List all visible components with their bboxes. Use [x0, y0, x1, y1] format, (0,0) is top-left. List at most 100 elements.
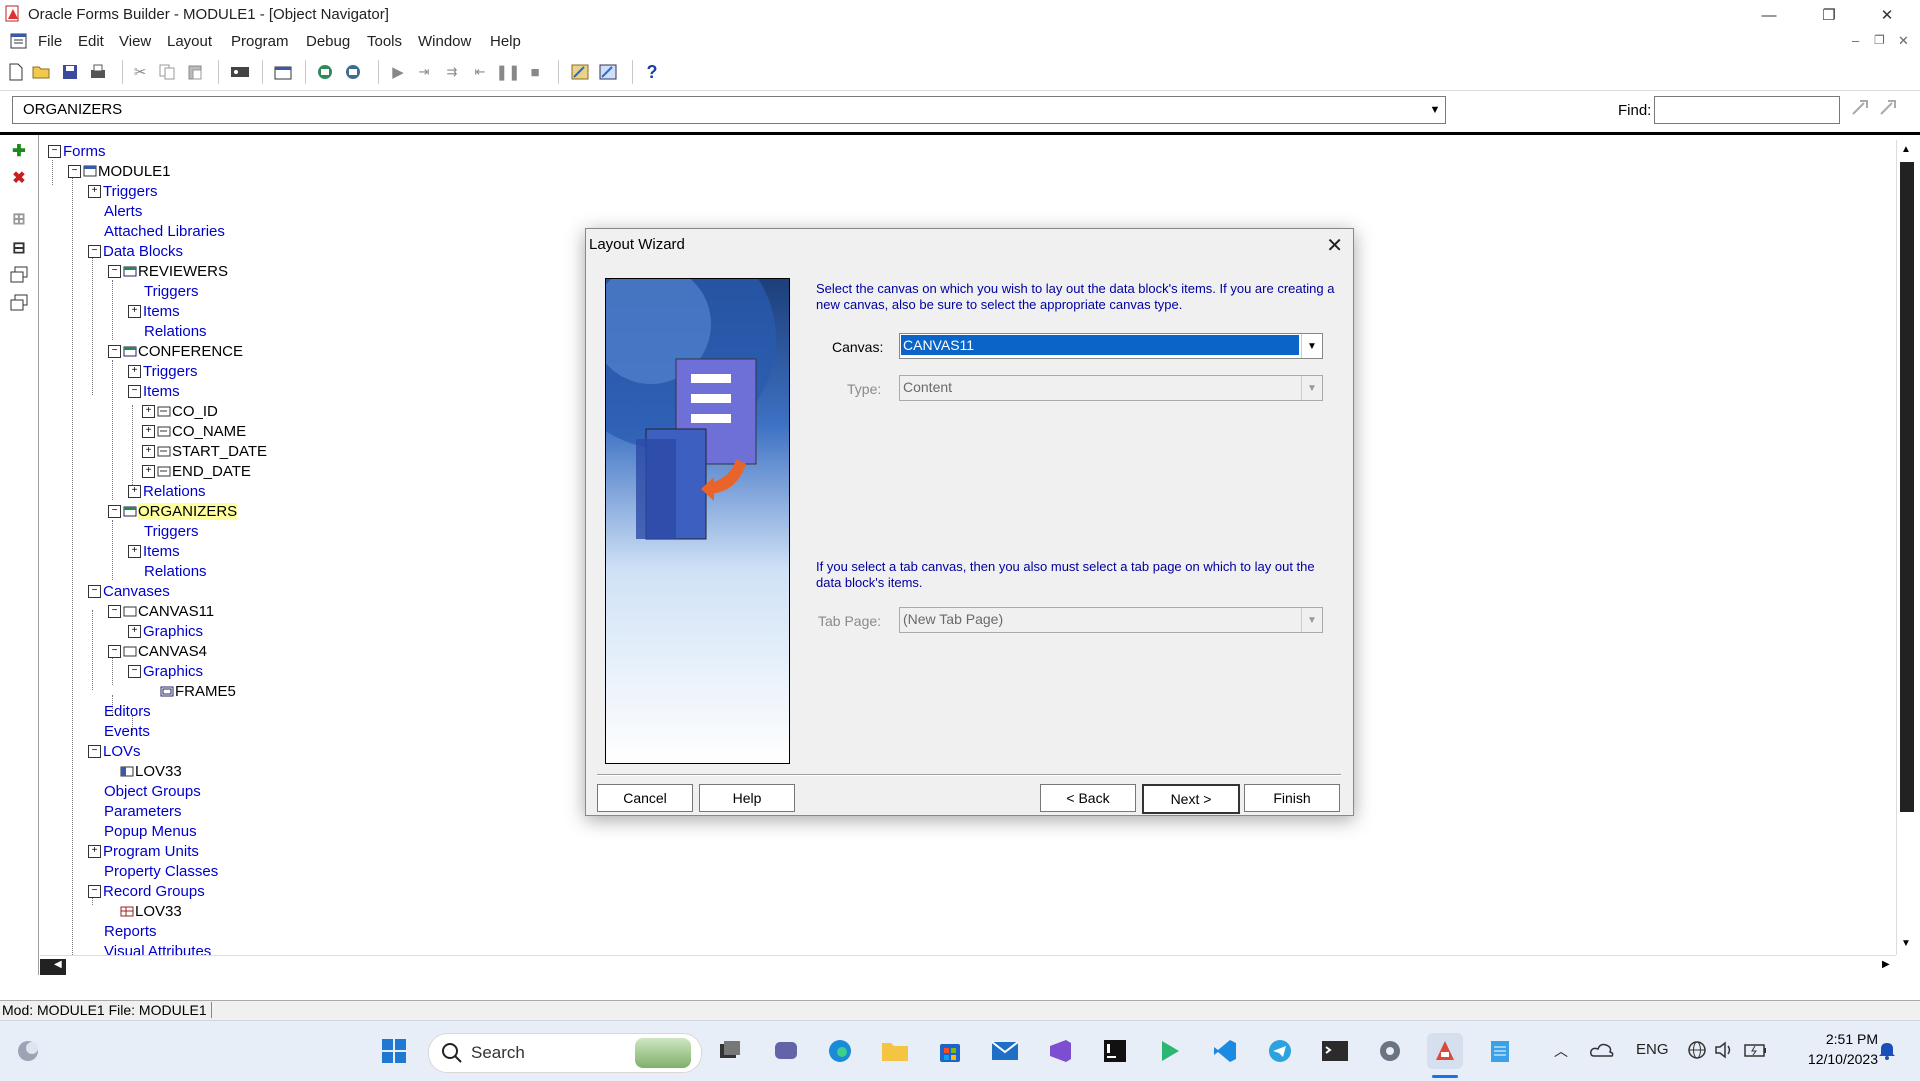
expand-icon[interactable]: +: [88, 184, 101, 198]
tree-node-lov33[interactable]: LOV33: [120, 761, 182, 781]
collapse-icon[interactable]: −: [108, 344, 121, 358]
tree-node-property-classes[interactable]: Property Classes: [104, 861, 218, 881]
menu-tools[interactable]: Tools: [367, 33, 402, 50]
expand-icon[interactable]: +: [142, 464, 155, 478]
task-view-icon[interactable]: [712, 1033, 748, 1069]
tab-page-select[interactable]: (New Tab Page) ▼: [899, 607, 1323, 633]
menu-layout[interactable]: Layout: [167, 33, 212, 50]
settings-gear-icon[interactable]: [1372, 1033, 1408, 1069]
horizontal-scrollbar[interactable]: ◀ ▶: [40, 955, 1896, 978]
tree-node-conference-items[interactable]: − Items: [128, 381, 180, 401]
collapse-icon[interactable]: −: [68, 164, 81, 178]
collapse-icon[interactable]: −: [108, 604, 121, 618]
next-button[interactable]: Next >: [1142, 784, 1240, 814]
tree-node-reviewers-relations[interactable]: Relations: [144, 321, 207, 341]
tree-node-organizers-items[interactable]: + Items: [128, 541, 180, 561]
close-button[interactable]: ✕: [1864, 0, 1910, 30]
mdi-close-button[interactable]: ✕: [1898, 33, 1909, 49]
chevron-down-icon[interactable]: ▼: [1301, 376, 1322, 400]
canvas-select[interactable]: CANVAS11 ▼: [899, 333, 1323, 359]
cancel-button[interactable]: Cancel: [597, 784, 693, 812]
volume-icon[interactable]: [1714, 1040, 1736, 1060]
scroll-left-icon[interactable]: ◀: [54, 959, 62, 970]
debug-icon[interactable]: [343, 62, 363, 82]
expand-all-icon[interactable]: [9, 265, 29, 285]
tree-node-module1[interactable]: − MODULE1: [68, 161, 171, 181]
tree-node-canvas11[interactable]: − CANVAS11: [108, 601, 214, 621]
scrollbar-thumb[interactable]: [40, 959, 66, 975]
tree-node-reviewers-items[interactable]: + Items: [128, 301, 180, 321]
menu-debug[interactable]: Debug: [306, 33, 350, 50]
cut-icon[interactable]: ✂: [130, 62, 150, 82]
help-button[interactable]: Help: [699, 784, 795, 812]
expand-icon[interactable]: +: [128, 364, 141, 378]
tree-node-triggers[interactable]: + Triggers: [88, 181, 157, 201]
media-player-icon[interactable]: [1152, 1033, 1188, 1069]
start-icon[interactable]: [376, 1033, 412, 1069]
tree-node-popup-menus[interactable]: Popup Menus: [104, 821, 197, 841]
collapse-icon[interactable]: −: [88, 584, 101, 598]
mdi-restore-button[interactable]: ❐: [1874, 33, 1885, 47]
menu-window[interactable]: Window: [418, 33, 471, 50]
tree-node-alerts[interactable]: Alerts: [104, 201, 142, 221]
mdi-minimize-button[interactable]: –: [1852, 33, 1859, 48]
expand-icon[interactable]: +: [88, 844, 101, 858]
oracle-forms-taskbar-icon[interactable]: [1427, 1033, 1463, 1069]
tree-node-co-id[interactable]: + CO_ID: [142, 401, 218, 421]
telegram-icon[interactable]: [1262, 1033, 1298, 1069]
scroll-down-icon[interactable]: ▼: [1901, 938, 1911, 949]
tray-chevron-icon[interactable]: ︿: [1554, 1041, 1568, 1061]
network-globe-icon[interactable]: [1686, 1040, 1708, 1060]
layout-wizard-icon[interactable]: [598, 62, 618, 82]
find-previous-icon[interactable]: [1878, 98, 1898, 118]
location-combo[interactable]: ORGANIZERS ▼: [12, 96, 1446, 124]
edge-icon[interactable]: [822, 1033, 858, 1069]
collapse-icon[interactable]: ⊟: [9, 238, 29, 258]
go-icon[interactable]: ▶: [388, 62, 408, 82]
expand-icon[interactable]: +: [128, 304, 141, 318]
open-icon[interactable]: [32, 62, 52, 82]
tree-node-organizers-relations[interactable]: Relations: [144, 561, 207, 581]
back-button[interactable]: < Back: [1040, 784, 1136, 812]
tree-node-parameters[interactable]: Parameters: [104, 801, 182, 821]
find-next-icon[interactable]: [1850, 98, 1870, 118]
wizard-icon[interactable]: [570, 62, 590, 82]
compile-icon[interactable]: [273, 62, 293, 82]
menu-program[interactable]: Program: [231, 33, 289, 50]
tree-node-forms[interactable]: − Forms: [48, 141, 106, 161]
intellij-icon[interactable]: [1097, 1033, 1133, 1069]
onedrive-icon[interactable]: [1590, 1040, 1614, 1060]
tree-node-record-groups[interactable]: − Record Groups: [88, 881, 205, 901]
save-icon[interactable]: [60, 62, 80, 82]
step-over-icon[interactable]: ⇉: [442, 62, 462, 82]
menu-edit[interactable]: Edit: [78, 33, 104, 50]
scrollbar-thumb[interactable]: [1900, 162, 1914, 812]
collapse-icon[interactable]: −: [108, 504, 121, 518]
expand-icon[interactable]: ⊞: [9, 209, 29, 229]
tree-node-organizers[interactable]: − ORGANIZERS: [108, 501, 238, 521]
weather-icon[interactable]: [10, 1033, 46, 1069]
menu-help[interactable]: Help: [490, 33, 521, 50]
pause-icon[interactable]: ❚❚: [495, 62, 520, 82]
close-icon[interactable]: ✕: [1326, 233, 1343, 258]
vertical-scrollbar[interactable]: ▲ ▼: [1896, 140, 1917, 955]
tree-node-conference[interactable]: − CONFERENCE: [108, 341, 243, 361]
copy-icon[interactable]: [157, 62, 177, 82]
tree-node-reports[interactable]: Reports: [104, 921, 157, 941]
menu-file[interactable]: File: [38, 33, 62, 50]
tree-node-reviewers[interactable]: − REVIEWERS: [108, 261, 228, 281]
paste-icon[interactable]: [185, 62, 205, 82]
collapse-icon[interactable]: −: [108, 644, 121, 658]
new-icon[interactable]: [6, 62, 26, 82]
tree-node-reviewers-triggers[interactable]: Triggers: [144, 281, 198, 301]
expand-icon[interactable]: +: [128, 624, 141, 638]
step-out-icon[interactable]: ⇤: [470, 62, 490, 82]
clock-time[interactable]: 2:51 PM: [1788, 1031, 1878, 1047]
run-form-icon[interactable]: [315, 62, 335, 82]
expand-icon[interactable]: +: [142, 424, 155, 438]
expand-icon[interactable]: +: [142, 444, 155, 458]
tree-node-end-date[interactable]: + END_DATE: [142, 461, 251, 481]
tree-node-visual-attributes[interactable]: Visual Attributes: [104, 941, 211, 956]
expand-icon[interactable]: +: [128, 484, 141, 498]
collapse-icon[interactable]: −: [48, 144, 61, 158]
